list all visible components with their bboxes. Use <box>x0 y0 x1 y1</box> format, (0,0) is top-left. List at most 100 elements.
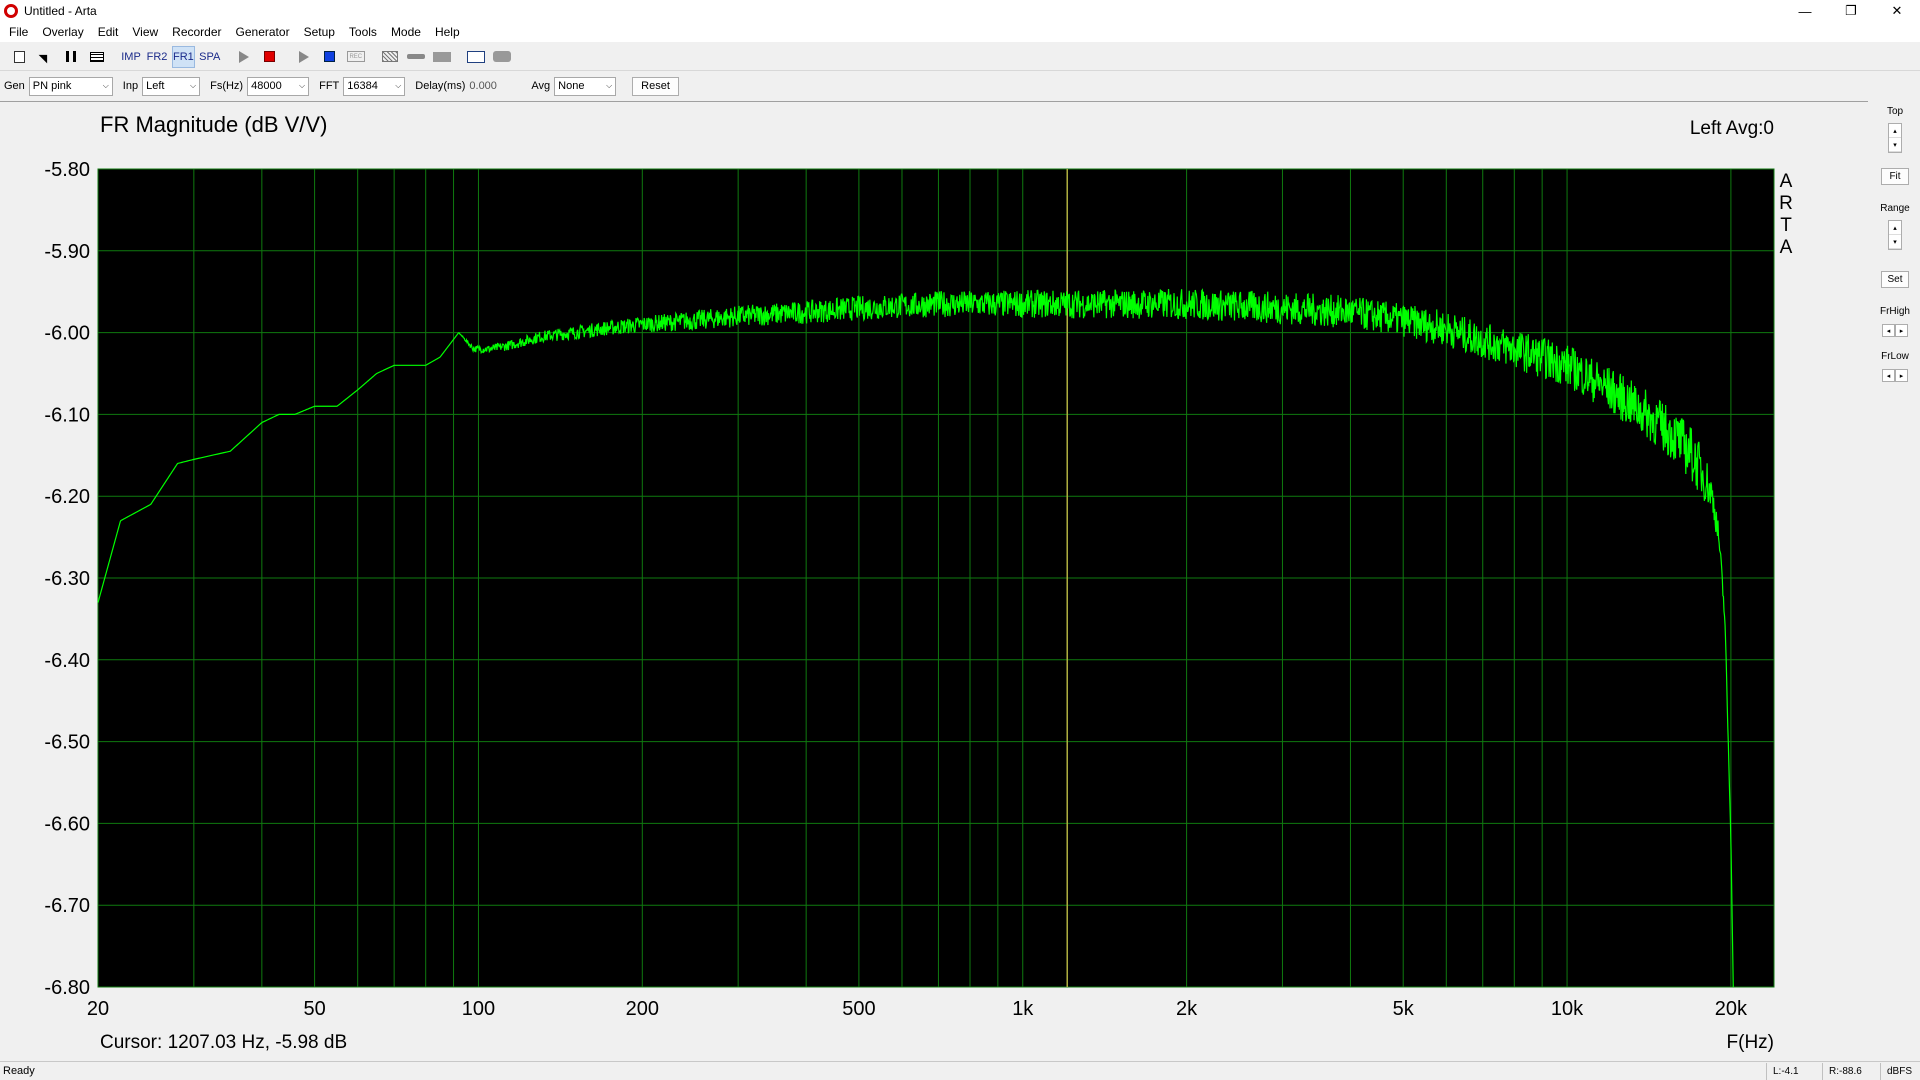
top-label: Top <box>1886 106 1904 117</box>
menu-view[interactable]: View <box>125 25 165 39</box>
frhigh-stepper[interactable]: ◂ ▸ <box>1882 324 1908 337</box>
plot-title: FR Magnitude (dB V/V) <box>100 112 327 137</box>
menu-overlay[interactable]: Overlay <box>35 25 90 39</box>
mode-spa-button[interactable]: SPA <box>199 46 221 68</box>
gen-select[interactable]: PN pink ⌵ <box>28 76 113 96</box>
close-button[interactable]: ✕ <box>1874 0 1920 22</box>
range-spinner[interactable]: ▴ ▾ <box>1888 220 1902 250</box>
stop-blue-icon <box>324 51 336 62</box>
pause-icon <box>66 51 76 62</box>
inp-select[interactable]: Left ⌵ <box>142 76 201 96</box>
new-document-button[interactable] <box>8 46 30 68</box>
play-icon <box>238 50 249 63</box>
record-icon: REC <box>346 51 365 62</box>
chevron-down-icon[interactable]: ▾ <box>1889 138 1901 152</box>
chevron-left-icon[interactable]: ◂ <box>1882 369 1895 382</box>
open-button[interactable] <box>34 46 56 68</box>
pause-button[interactable] <box>60 46 82 68</box>
generator-stop-button[interactable] <box>259 46 281 68</box>
fft-value: 16384 <box>347 80 378 92</box>
menu-file[interactable]: File <box>2 25 35 39</box>
menu-setup[interactable]: Setup <box>297 25 342 39</box>
arta-app-icon[interactable] <box>4 4 18 18</box>
pill-icon <box>492 51 511 62</box>
fs-select[interactable]: 48000 ⌵ <box>247 76 310 96</box>
frlow-stepper[interactable]: ◂ ▸ <box>1882 369 1908 382</box>
chevron-down-icon[interactable]: ▾ <box>1889 235 1901 249</box>
fit-button[interactable]: Fit <box>1881 168 1909 185</box>
y-tick-label: -6.80 <box>44 977 90 999</box>
chevron-right-icon[interactable]: ▸ <box>1895 324 1908 337</box>
x-axis-ticks: 20 50 100 200 500 1k 2k 5k 10k 20k <box>87 998 1748 1020</box>
record-play-button[interactable] <box>293 46 315 68</box>
scope-icon <box>466 50 485 63</box>
reset-button[interactable]: Reset <box>632 76 679 96</box>
menu-tools[interactable]: Tools <box>342 25 384 39</box>
chevron-down-icon: ⌵ <box>606 81 613 90</box>
chevron-up-icon[interactable]: ▴ <box>1889 221 1901 235</box>
delay-value[interactable]: 0.000 <box>469 80 521 92</box>
side-controls: Top ▴ ▾ Fit Range ▴ ▾ Set FrHigh ◂ ▸ FrL… <box>1870 101 1920 1061</box>
menu-help[interactable]: Help <box>428 25 467 39</box>
y-tick-label: -6.30 <box>44 568 90 590</box>
avg-select[interactable]: None ⌵ <box>554 76 617 96</box>
slider-button[interactable] <box>405 46 427 68</box>
minimize-button[interactable]: — <box>1782 0 1828 22</box>
x-tick-label: 50 <box>303 998 325 1020</box>
y-tick-label: -5.80 <box>44 159 90 181</box>
chevron-up-icon[interactable]: ▴ <box>1889 124 1901 138</box>
set-button[interactable]: Set <box>1881 271 1909 288</box>
x-tick-label: 10k <box>1551 998 1584 1020</box>
menu-recorder[interactable]: Recorder <box>165 25 228 39</box>
avg-label: Avg <box>531 80 551 92</box>
fft-label: FFT <box>319 80 340 92</box>
y-tick-label: -6.10 <box>44 404 90 426</box>
frlow-label: FrLow <box>1881 351 1909 362</box>
plot-panel[interactable]: FR Magnitude (dB V/V) Left Avg:0 -5.80 -5… <box>0 101 1868 1061</box>
level-right-readout: R:-88.6 <box>1822 1062 1880 1080</box>
generator-play-button[interactable] <box>233 46 255 68</box>
x-tick-label: 20k <box>1715 998 1748 1020</box>
maximize-button[interactable]: ❐ <box>1828 0 1874 22</box>
table-icon <box>90 51 104 62</box>
record-stop-button[interactable] <box>319 46 341 68</box>
record-button[interactable]: REC <box>345 46 367 68</box>
stop-red-icon <box>264 51 276 62</box>
watermark-letter: R <box>1779 193 1793 214</box>
fs-label: Fs(Hz) <box>210 80 244 92</box>
x-tick-label: 1k <box>1012 998 1034 1020</box>
mode-imp-button[interactable]: IMP <box>120 46 142 68</box>
menu-generator[interactable]: Generator <box>229 25 297 39</box>
chevron-right-icon[interactable]: ▸ <box>1895 369 1908 382</box>
scope-button[interactable] <box>465 46 487 68</box>
slider-icon <box>406 54 425 59</box>
chevron-down-icon: ⌵ <box>102 81 109 90</box>
level-left-readout: L:-4.1 <box>1766 1062 1822 1080</box>
hatch-button[interactable] <box>379 46 401 68</box>
bar-button[interactable] <box>431 46 453 68</box>
pill-button[interactable] <box>491 46 513 68</box>
hatch-icon <box>381 51 398 62</box>
fr-magnitude-chart[interactable]: FR Magnitude (dB V/V) Left Avg:0 -5.80-5… <box>0 102 1868 1062</box>
fft-select[interactable]: 16384 ⌵ <box>343 76 406 96</box>
level-unit: dBFS <box>1880 1062 1920 1080</box>
table-button[interactable] <box>86 46 108 68</box>
x-tick-label: 100 <box>462 998 495 1020</box>
cursor-readout: Cursor: 1207.03 Hz, -5.98 dB <box>100 1032 347 1053</box>
chevron-down-icon: ⌵ <box>395 81 402 90</box>
chevron-down-icon: ⌵ <box>299 81 306 90</box>
menu-mode[interactable]: Mode <box>384 25 428 39</box>
range-label: Range <box>1880 203 1910 214</box>
window-title: Untitled - Arta <box>24 4 97 18</box>
y-tick-label: -6.20 <box>44 486 90 508</box>
menu-edit[interactable]: Edit <box>91 25 126 39</box>
status-bar: Ready L:-4.1 R:-88.6 dBFS <box>0 1061 1920 1080</box>
mode-fr1-button[interactable]: FR1 <box>172 45 195 68</box>
top-spinner[interactable]: ▴ ▾ <box>1888 123 1902 153</box>
x-tick-label: 200 <box>626 998 659 1020</box>
x-tick-label: 20 <box>87 998 109 1020</box>
mode-fr2-button[interactable]: FR2 <box>146 46 168 68</box>
chevron-left-icon[interactable]: ◂ <box>1882 324 1895 337</box>
channel-info: Left Avg:0 <box>1690 118 1774 139</box>
play-icon <box>298 50 309 63</box>
